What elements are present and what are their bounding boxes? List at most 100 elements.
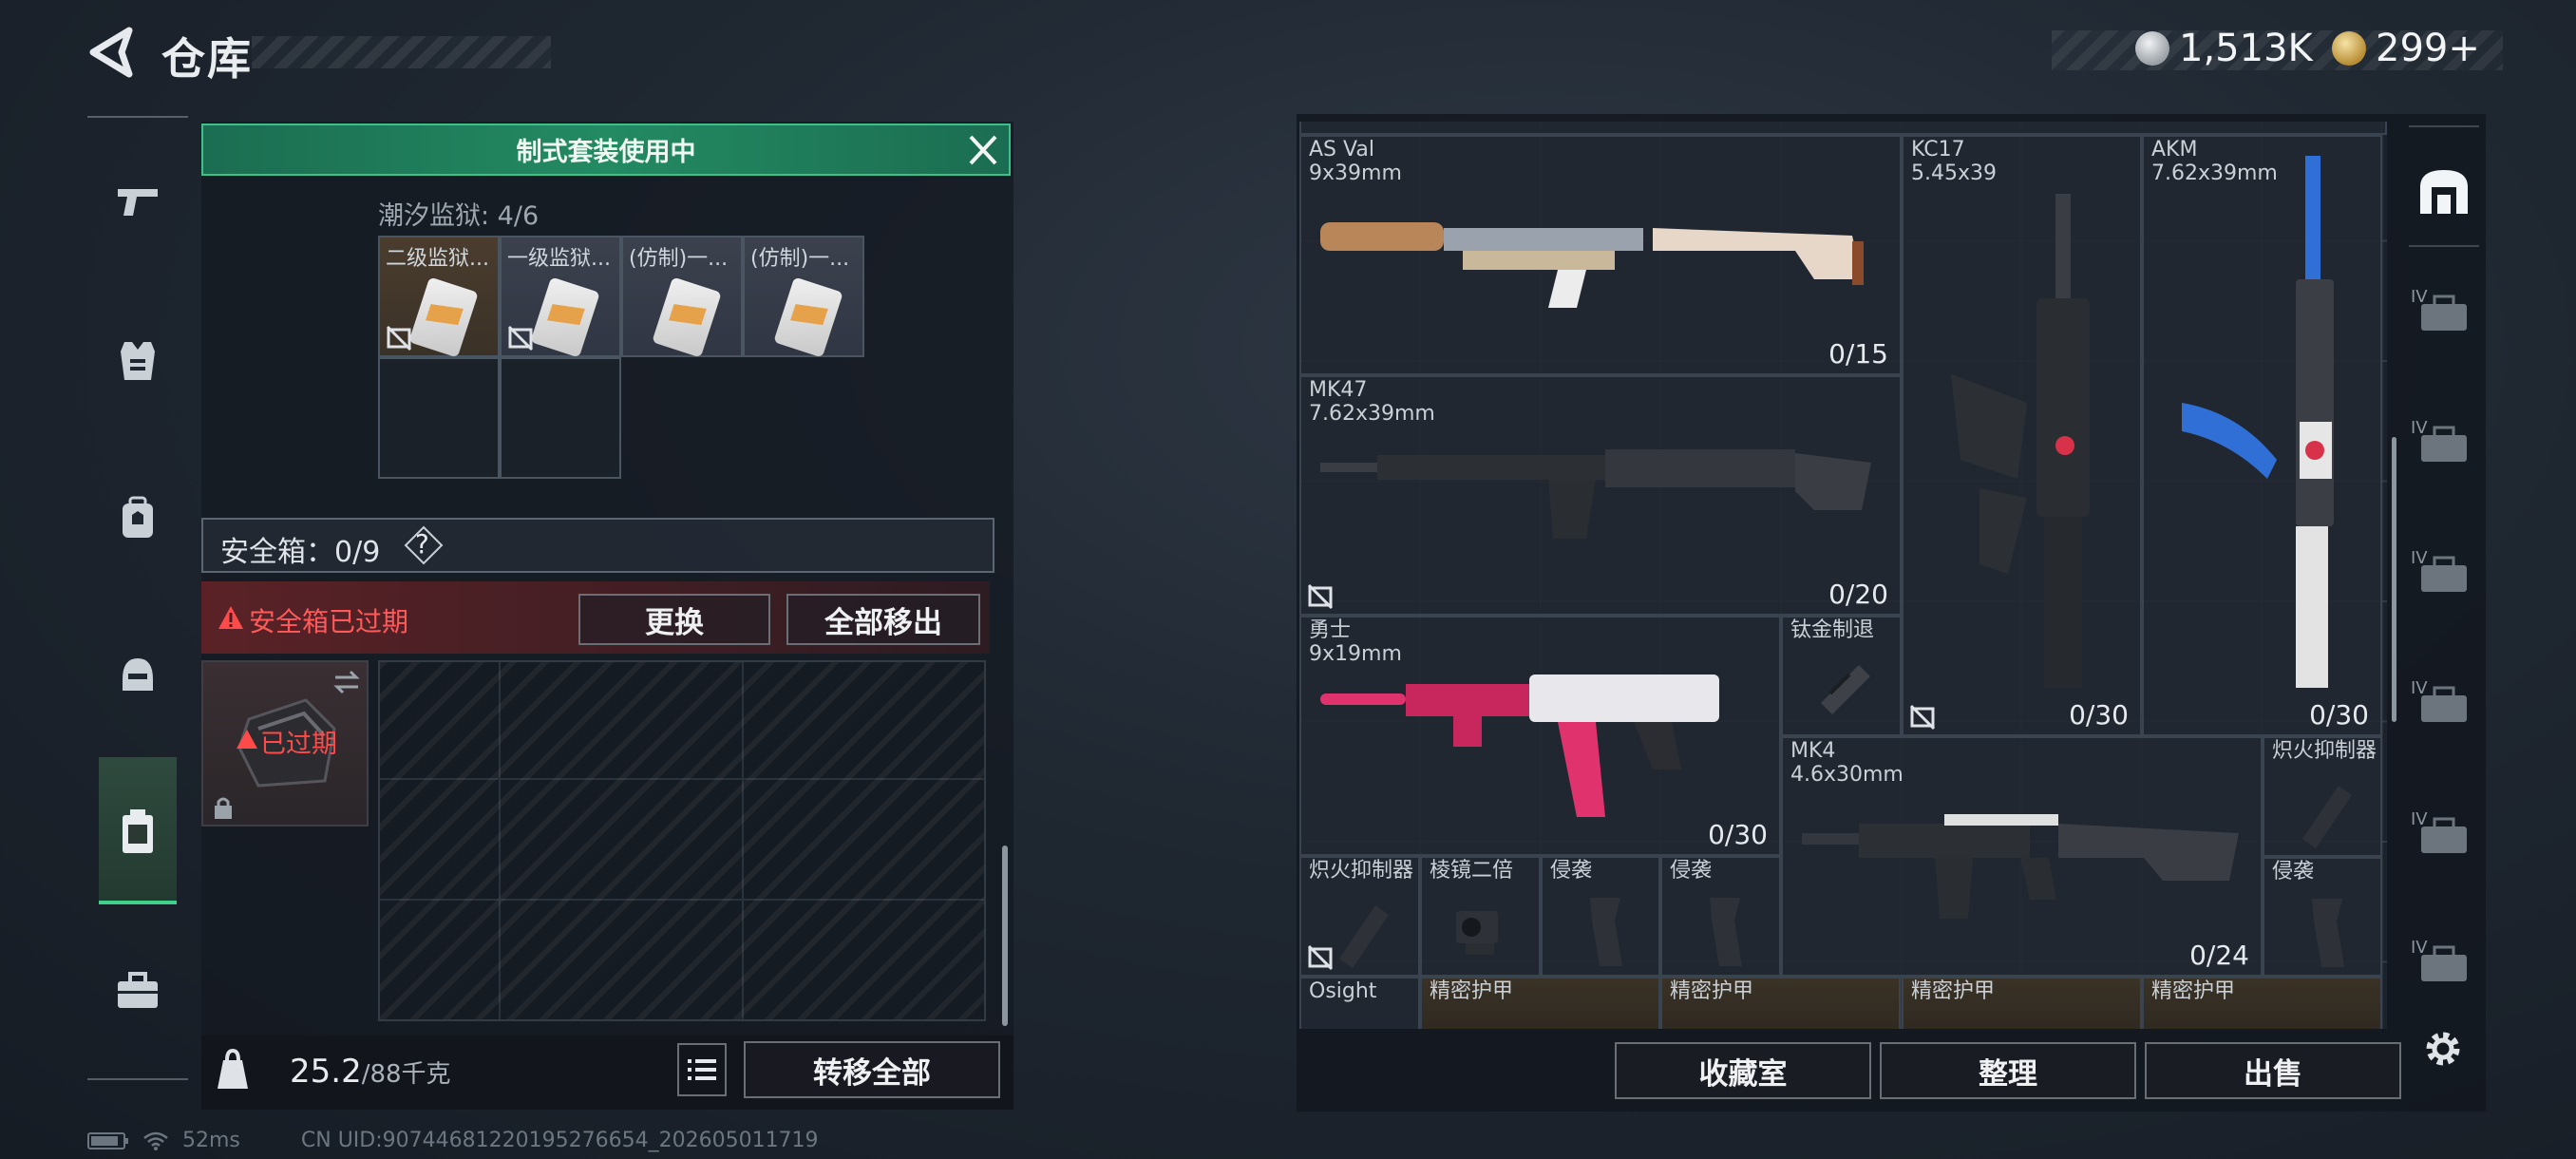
card-slot[interactable]: (仿制)一...	[743, 236, 864, 358]
kit-banner-text: 制式套装使用中	[516, 138, 696, 167]
item-as-val[interactable]: AS Val 9x39mm 0/15	[1299, 135, 1902, 375]
safe-box-capacity: 安全箱：0/9	[220, 536, 381, 569]
item-osight[interactable]: Osight	[1299, 977, 1420, 1029]
expired-warning-text: 安全箱已过期	[249, 606, 409, 637]
grip-image	[1590, 898, 1622, 966]
nav-item-helmet[interactable]	[100, 636, 176, 712]
item-grip[interactable]: 侵袭	[2263, 857, 2382, 977]
backpack-icon	[123, 496, 153, 538]
item-mk47[interactable]: MK47 7.62x39mm 0/20	[1299, 375, 1902, 616]
safe-box-grid[interactable]	[378, 660, 986, 1021]
item-akm[interactable]: AKM 7.62x39mm 0/30	[2142, 135, 2382, 736]
item-precision-armor[interactable]: 精密护甲	[1902, 977, 2142, 1029]
helmet-icon	[123, 658, 153, 691]
silver-currency[interactable]: 1,513K	[2135, 27, 2313, 70]
help-button[interactable]: ?	[404, 525, 444, 565]
item-name: 钛金制退	[1790, 618, 1875, 642]
silver-currency-value: 1,513K	[2179, 27, 2313, 70]
item-titanium-brake[interactable]: 钛金制退	[1781, 616, 1902, 736]
kit-banner-close-button[interactable]	[959, 131, 1007, 169]
wifi-icon	[143, 1131, 168, 1150]
item-warrior-smg[interactable]: 勇士 9x19mm 0/30	[1299, 616, 1781, 856]
tab-tier-label: IV	[2411, 678, 2428, 698]
weight-max: /88千克	[361, 1060, 451, 1089]
keycard-image	[530, 276, 600, 358]
nav-item-safe-box[interactable]	[100, 793, 176, 869]
no-transfer-icon	[1307, 583, 1334, 610]
settings-button[interactable]	[2420, 1026, 2466, 1072]
item-flame-suppressor[interactable]: 炽火抑制器	[2263, 736, 2382, 857]
tab-case-3[interactable]: IV	[2405, 537, 2483, 613]
move-all-out-button[interactable]: 全部移出	[786, 594, 980, 645]
tab-case-6[interactable]: IV	[2405, 926, 2483, 1002]
uid-text: CN UID:9074468122019527665​4_20260501171…	[300, 1129, 819, 1152]
weight-value: 25.2/88千克	[290, 1053, 451, 1091]
item-caliber: 4.6x30mm	[1790, 763, 1904, 787]
tab-tier-label: IV	[2411, 809, 2428, 829]
gold-currency[interactable]: 299+	[2332, 27, 2480, 70]
tab-case-5[interactable]: IV	[2405, 798, 2483, 874]
no-transfer-icon	[1909, 704, 1936, 731]
left-scrollbar[interactable]	[1002, 846, 1008, 1026]
close-icon	[969, 135, 997, 165]
as-val-rifle-image	[1320, 222, 1864, 308]
item-precision-armor[interactable]: 精密护甲	[1420, 977, 1660, 1029]
safe-box-slot[interactable]: 已过期	[201, 660, 369, 826]
card-label: 一级监狱...	[507, 247, 611, 271]
tab-case-2[interactable]: IV	[2405, 407, 2483, 483]
stash-scrollbar[interactable]	[2392, 437, 2396, 722]
sort-button[interactable]: 整理	[1880, 1042, 2136, 1099]
item-flame-suppressor[interactable]: 炽火抑制器	[1299, 856, 1420, 977]
tab-case-1[interactable]: IV	[2405, 276, 2483, 352]
mk4-smg-image	[1802, 814, 2239, 919]
tab-case-4[interactable]: IV	[2405, 667, 2483, 743]
item-name: 侵袭	[2272, 860, 2315, 884]
item-count: 0/24	[2189, 940, 2249, 971]
help-symbol: ?	[415, 528, 429, 560]
item-kc17[interactable]: KC17 5.45x39 0/30	[1902, 135, 2142, 736]
nav-item-weapon[interactable]	[100, 164, 176, 240]
title-decoration	[252, 36, 551, 68]
no-transfer-icon	[386, 325, 412, 352]
card-label: (仿制)一...	[750, 247, 850, 271]
stash-icon	[2420, 170, 2468, 214]
partial-item-row	[1299, 122, 2387, 135]
pistol-icon	[118, 189, 158, 216]
list-icon	[688, 1059, 716, 1080]
sell-button[interactable]: 出售	[2145, 1042, 2401, 1099]
item-grip[interactable]: 侵袭	[1660, 856, 1781, 977]
stash-grid: AS Val 9x39mm 0/15 KC17 5.45x39 0/30 AKM…	[1299, 122, 2387, 1029]
item-precision-armor[interactable]: 精密护甲	[1660, 977, 1901, 1029]
card-slot[interactable]: 二级监狱...	[378, 236, 500, 358]
weight-current: 25.2	[290, 1053, 362, 1091]
warning-icon	[237, 730, 257, 749]
item-name: MK4	[1790, 739, 1836, 763]
item-name: MK47	[1309, 378, 1368, 402]
nav-item-backpack[interactable]	[100, 480, 176, 556]
collection-room-button[interactable]: 收藏室	[1615, 1042, 1871, 1099]
transfer-all-button[interactable]: 转移全部	[744, 1041, 1000, 1098]
item-count: 0/30	[2309, 699, 2369, 731]
item-prism-2x[interactable]: 棱镜二倍	[1420, 856, 1541, 977]
back-button[interactable]	[87, 27, 135, 78]
item-count: 0/20	[1828, 579, 1888, 610]
item-mk4[interactable]: MK4 4.6x30mm 0/24	[1781, 736, 2263, 977]
gold-coin-icon	[2332, 31, 2366, 66]
lock-icon	[215, 797, 232, 819]
item-name: 炽火抑制器	[2272, 739, 2377, 763]
no-transfer-icon	[507, 325, 534, 352]
replace-button[interactable]: 更换	[578, 594, 770, 645]
card-slot-empty[interactable]	[500, 357, 621, 479]
item-precision-armor[interactable]: 精密护甲	[2142, 977, 2382, 1029]
card-slot[interactable]: 一级监狱...	[500, 236, 621, 358]
nav-item-vest[interactable]	[100, 323, 176, 399]
nav-item-toolbox[interactable]	[100, 953, 176, 1029]
list-view-button[interactable]	[677, 1043, 727, 1096]
card-slot[interactable]: (仿制)一...	[621, 236, 743, 358]
card-slot-empty[interactable]	[378, 357, 500, 479]
page-title: 仓库	[161, 33, 253, 85]
kc17-rifle-image	[1951, 194, 2090, 688]
tab-stash[interactable]	[2405, 154, 2483, 230]
keycard-image	[773, 276, 843, 358]
item-grip[interactable]: 侵袭	[1541, 856, 1660, 977]
